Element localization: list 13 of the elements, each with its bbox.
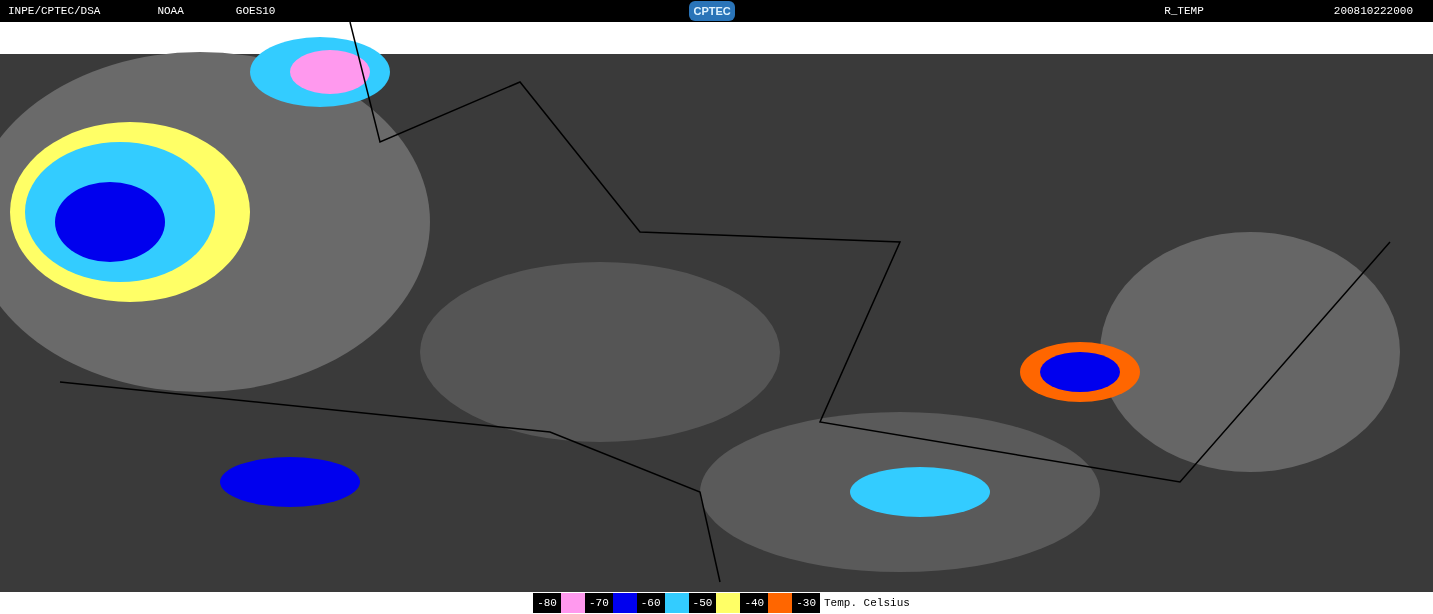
legend-label: -60 (636, 593, 665, 613)
timestamp: 200810222000 (1333, 3, 1413, 19)
legend-label: -40 (740, 593, 769, 613)
header-label: GOES10 (235, 3, 276, 19)
legend-label: -30 (792, 593, 820, 613)
product-label: R_TEMP (1164, 3, 1204, 19)
legend-label: -80 (533, 593, 561, 613)
legend-title: Temp. Celsius (824, 595, 910, 611)
legend-label: -50 (688, 593, 717, 613)
logo: CPTEC (689, 1, 735, 21)
legend-label: -70 (584, 593, 613, 613)
header-label: INPE/CPTEC/DSA (8, 3, 101, 19)
header-label: NOAA (157, 3, 184, 19)
